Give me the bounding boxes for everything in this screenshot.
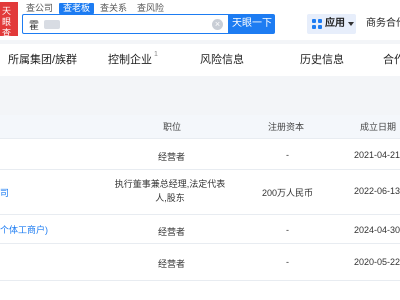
top-header: 天眼查 查公司 查老板 查关系 查风险 × 天眼一下 应用 商务合作 xyxy=(0,0,400,40)
tab-cooperation-label: 合作 xyxy=(383,54,400,66)
tab-controlled-companies[interactable]: 控制企业 1 xyxy=(108,44,158,76)
date-cell: 2022-06-13 xyxy=(354,186,400,196)
tab-search-company[interactable]: 查公司 xyxy=(22,3,57,14)
search-type-tabs: 查公司 查老板 查关系 查风险 xyxy=(22,3,170,14)
clear-icon[interactable]: × xyxy=(212,19,223,30)
tab-count-badge: 1 xyxy=(154,51,158,58)
tab-history-info[interactable]: 历史信息 xyxy=(300,44,344,76)
grid-icon xyxy=(312,19,322,29)
table-row[interactable]: 司 执行董事兼总经理,法定代表人,股东 200万人民币 2022-06-13 xyxy=(0,171,400,215)
companies-table: 职位 注册资本 成立日期 经营者 - 2021-04-21 司 执行董事兼总经理… xyxy=(0,115,400,300)
date-cell: 2021-04-21 xyxy=(354,150,400,160)
table-row[interactable]: 经营者 - 2020-05-22 xyxy=(0,245,400,281)
apps-menu-button[interactable]: 应用 xyxy=(307,14,356,34)
position-cell: 经营者 xyxy=(158,259,186,269)
tab-controlled-companies-label: 控制企业 xyxy=(108,54,152,66)
position-cell: 经营者 xyxy=(158,227,186,237)
business-cooperation-link[interactable]: 商务合作 xyxy=(366,14,400,34)
tab-group[interactable]: 所属集团/族群 xyxy=(8,44,77,76)
date-cell: 2024-04-30 xyxy=(354,225,400,235)
position-cell: 执行董事兼总经理,法定代表人,股东 xyxy=(114,179,226,203)
company-name-link[interactable]: 司 xyxy=(0,186,9,199)
capital-cell: 200万人民币 xyxy=(262,188,314,198)
tab-search-risk[interactable]: 查风险 xyxy=(133,3,168,14)
table-header: 职位 注册资本 成立日期 xyxy=(0,115,400,139)
company-name-link[interactable]: 个体工商户) xyxy=(0,223,48,236)
tab-search-relation[interactable]: 查关系 xyxy=(96,3,131,14)
search-button[interactable]: 天眼一下 xyxy=(229,14,275,34)
tab-cooperation[interactable]: 合作 xyxy=(383,44,400,76)
redacted-name-blur xyxy=(44,20,60,29)
tab-risk-info[interactable]: 风险信息 xyxy=(200,44,244,76)
search-box: × xyxy=(22,14,229,34)
brand-logo-text: 天眼查 xyxy=(2,6,12,36)
tab-group-label: 所属集团/族群 xyxy=(8,54,78,66)
detail-nav-tabs: 所属集团/族群 控制企业 1 风险信息 历史信息 合作 xyxy=(0,44,400,76)
date-cell: 2020-05-22 xyxy=(354,257,400,267)
column-header-capital: 注册资本 xyxy=(268,122,305,132)
chevron-down-icon xyxy=(348,22,354,26)
table-row[interactable]: 个体工商户) 经营者 - 2024-04-30 xyxy=(0,216,400,244)
column-header-position: 职位 xyxy=(163,122,182,132)
brand-logo[interactable]: 天眼查 xyxy=(0,2,18,36)
apps-menu-label: 应用 xyxy=(325,18,345,29)
table-row[interactable]: 经营者 - 2021-04-21 xyxy=(0,140,400,170)
column-header-date: 成立日期 xyxy=(360,122,397,132)
capital-cell: - xyxy=(286,225,289,235)
tab-risk-info-label: 风险信息 xyxy=(200,54,244,66)
tab-history-info-label: 历史信息 xyxy=(300,54,344,66)
position-cell: 经营者 xyxy=(158,152,186,162)
capital-cell: - xyxy=(286,257,289,267)
tab-search-boss[interactable]: 查老板 xyxy=(59,3,95,14)
capital-cell: - xyxy=(286,150,289,160)
